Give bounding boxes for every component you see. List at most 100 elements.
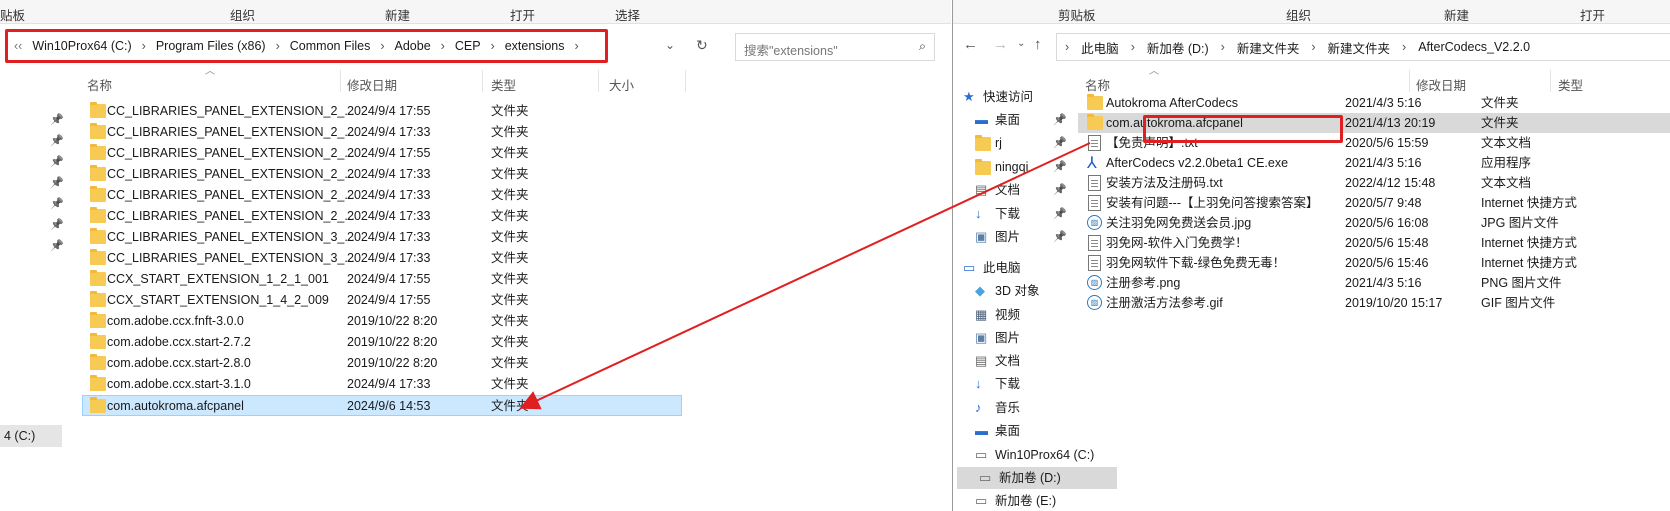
nav-item[interactable]: ♪ 音乐 — [953, 397, 1113, 419]
back-arrow-icon[interactable]: ← — [963, 36, 978, 53]
table-row[interactable]: ▨ 注册参考.png 2021/4/3 5:16 PNG 图片文件 — [1078, 273, 1670, 293]
document-icon: ▤ — [975, 182, 988, 197]
breadcrumb-item[interactable]: Program Files (x86) — [156, 39, 266, 53]
chevron-right-icon[interactable]: › — [1311, 40, 1315, 54]
table-row[interactable]: CCX_START_EXTENSION_1_2_1_001 2024/9/4 17… — [83, 269, 683, 290]
ribbon-organize[interactable]: 组织 — [1286, 5, 1311, 24]
table-row[interactable]: CCX_START_EXTENSION_1_4_2_009 2024/9/4 17… — [83, 290, 683, 311]
column-name[interactable]: 名称 — [87, 75, 112, 94]
table-row[interactable]: 安装有问题---【上羽免问答搜索答案】 2020/5/7 9:48 Internet… — [1078, 193, 1670, 213]
breadcrumb-item[interactable]: 新加卷 (D:) — [1147, 38, 1209, 57]
breadcrumb-item[interactable]: CEP — [455, 39, 481, 53]
table-row[interactable]: com.autokroma.afcpanel 2024/9/6 14:53 文件夹 — [82, 395, 682, 416]
forward-arrow-icon[interactable]: → — [993, 36, 1008, 53]
download-icon: ↓ — [975, 376, 982, 391]
table-row[interactable]: ▨ 关注羽免网免费送会员.jpg 2020/5/6 16:08 JPG 图片文件 — [1078, 213, 1670, 233]
chevron-right-icon[interactable]: › — [441, 39, 445, 53]
breadcrumb-item[interactable]: 新建文件夹 — [1328, 38, 1391, 57]
column-divider[interactable] — [1409, 70, 1410, 92]
table-row[interactable]: CC_LIBRARIES_PANEL_EXTENSION_2_... 2024/9… — [83, 101, 683, 122]
chevron-right-icon[interactable]: › — [1221, 40, 1225, 54]
table-row[interactable]: 安装方法及注册码.txt 2022/4/12 15:48 文本文档 — [1078, 173, 1670, 193]
image-file-icon: ▨ — [1087, 275, 1102, 290]
table-row[interactable]: CC_LIBRARIES_PANEL_EXTENSION_3_... 2024/9… — [83, 227, 683, 248]
breadcrumb-item[interactable]: Win10Prox64 (C:) — [32, 39, 131, 53]
chevron-right-icon[interactable]: › — [1131, 40, 1135, 54]
drive-icon: ▭ — [975, 493, 988, 508]
chevron-right-icon[interactable]: › — [1065, 40, 1069, 54]
ribbon-clipboard[interactable]: 剪贴板 — [1058, 5, 1096, 24]
column-type[interactable]: 类型 — [491, 75, 516, 94]
chevron-right-icon[interactable]: › — [574, 39, 578, 53]
table-row[interactable]: CC_LIBRARIES_PANEL_EXTENSION_2_... 2024/9… — [83, 143, 683, 164]
column-divider[interactable] — [1550, 70, 1551, 92]
nav-drive-c[interactable]: 4 (C:) — [0, 425, 62, 447]
table-row[interactable]: CC_LIBRARIES_PANEL_EXTENSION_2_... 2024/9… — [83, 185, 683, 206]
table-row[interactable]: CC_LIBRARIES_PANEL_EXTENSION_2_... 2024/9… — [83, 164, 683, 185]
address-breadcrumb[interactable]: › 此电脑 › 新加卷 (D:) › 新建文件夹 › 新建文件夹 › AfterCode… — [1056, 33, 1670, 61]
column-size[interactable]: 大小 — [609, 75, 634, 94]
column-type[interactable]: 类型 — [1558, 75, 1583, 94]
breadcrumb-item[interactable]: Adobe — [395, 39, 431, 53]
ribbon-select[interactable]: 选择 — [615, 5, 640, 24]
refresh-icon[interactable]: ↻ — [696, 37, 708, 54]
column-divider[interactable] — [598, 70, 599, 92]
search-input[interactable]: 搜索"extensions" ⌕ — [735, 33, 935, 61]
column-divider[interactable] — [685, 70, 686, 92]
table-row[interactable]: 羽免网软件下载-绿色免费无毒！ 2020/5/6 15:46 Internet 快捷… — [1078, 253, 1670, 273]
breadcrumb-item[interactable]: 新建文件夹 — [1237, 38, 1300, 57]
nav-item[interactable]: ↓ 下载 — [953, 373, 1113, 395]
nav-item[interactable]: ▤ 文档 — [953, 350, 1113, 372]
table-row[interactable]: 羽免网-软件入门免费学！ 2020/5/6 15:48 Internet 快捷方式 — [1078, 233, 1670, 253]
file-name: CC_LIBRARIES_PANEL_EXTENSION_2_... — [107, 104, 355, 118]
table-row[interactable]: CC_LIBRARIES_PANEL_EXTENSION_2_... 2024/9… — [83, 122, 683, 143]
breadcrumb-item[interactable]: AfterCodecs_V2.2.0 — [1418, 40, 1530, 54]
ribbon-new[interactable]: 新建 — [1444, 5, 1469, 24]
table-row[interactable]: CC_LIBRARIES_PANEL_EXTENSION_3_... 2024/9… — [83, 248, 683, 269]
file-name: com.adobe.ccx.start-3.1.0 — [107, 377, 251, 391]
chevron-right-icon[interactable]: › — [491, 39, 495, 53]
up-arrow-icon[interactable]: ↑ — [1034, 36, 1042, 53]
chevron-right-icon[interactable]: › — [142, 39, 146, 53]
ribbon-organize[interactable]: 组织 — [230, 5, 255, 24]
table-row[interactable]: com.adobe.ccx.start-2.7.2 2019/10/22 8:20… — [83, 332, 683, 353]
ribbon-new[interactable]: 新建 — [385, 5, 410, 24]
address-breadcrumb[interactable]: ‹‹ Win10Prox64 (C:) › Program Files (x86)… — [5, 29, 608, 63]
table-row[interactable]: com.adobe.ccx.fnft-3.0.0 2019/10/22 8:20 文… — [83, 311, 683, 332]
breadcrumb-item[interactable]: 此电脑 — [1081, 38, 1119, 57]
table-row[interactable]: ⅄ AfterCodecs v2.2.0beta1 CE.exe 2021/4/3 … — [1078, 153, 1670, 173]
column-date[interactable]: 修改日期 — [347, 75, 397, 94]
left-explorer-window: 贴板 组织 新建 打开 选择 ‹‹ Win10Prox64 (C:) › Prog… — [0, 0, 951, 511]
column-divider[interactable] — [482, 70, 483, 92]
file-type: JPG 图片文件 — [1481, 216, 1559, 230]
column-divider[interactable] — [340, 70, 341, 92]
table-row[interactable]: CC_LIBRARIES_PANEL_EXTENSION_2_... 2024/9… — [83, 206, 683, 227]
file-date: 2021/4/13 20:19 — [1345, 116, 1436, 130]
file-type: 文件夹 — [491, 167, 529, 181]
nav-item-label: 图片 — [995, 331, 1021, 345]
ribbon-open[interactable]: 打开 — [1580, 5, 1605, 24]
table-row[interactable]: com.adobe.ccx.start-2.8.0 2019/10/22 8:20… — [83, 353, 683, 374]
nav-item-label: 下载 — [995, 377, 1021, 391]
breadcrumb-item[interactable]: extensions — [505, 39, 565, 53]
ribbon-clipboard[interactable]: 贴板 — [0, 5, 25, 24]
table-row[interactable]: Autokroma AfterCodecs 2021/4/3 5:16 文件夹 — [1078, 93, 1670, 113]
chevron-down-icon[interactable]: ⌄ — [1017, 38, 1025, 49]
column-date[interactable]: 修改日期 — [1416, 75, 1466, 94]
chevron-right-icon[interactable]: › — [1402, 40, 1406, 54]
nav-item[interactable]: ▣ 图片 — [953, 327, 1113, 349]
chevron-right-icon[interactable]: › — [276, 39, 280, 53]
file-date: 2024/9/4 17:33 — [347, 377, 431, 391]
nav-item[interactable]: ▬ 桌面 — [953, 420, 1113, 442]
table-row[interactable]: com.adobe.ccx.start-3.1.0 2024/9/4 17:33 文… — [83, 374, 683, 395]
breadcrumb-item[interactable]: Common Files — [290, 39, 371, 53]
text-file-icon — [1088, 255, 1101, 271]
nav-item[interactable]: ▭ 新加卷 (D:) — [957, 467, 1117, 489]
nav-item[interactable]: ▭ Win10Prox64 (C:) — [953, 444, 1113, 466]
ribbon-open[interactable]: 打开 — [510, 5, 535, 24]
table-row[interactable]: ▨ 注册激活方法参考.gif 2019/10/20 15:17 GIF 图片文件 — [1078, 293, 1670, 313]
chevron-right-icon[interactable]: › — [380, 39, 384, 53]
breadcrumb-overflow[interactable]: ‹‹ — [14, 39, 22, 53]
chevron-down-icon[interactable]: ⌄ — [665, 38, 675, 52]
nav-item[interactable]: ▭ 新加卷 (E:) — [953, 490, 1113, 511]
